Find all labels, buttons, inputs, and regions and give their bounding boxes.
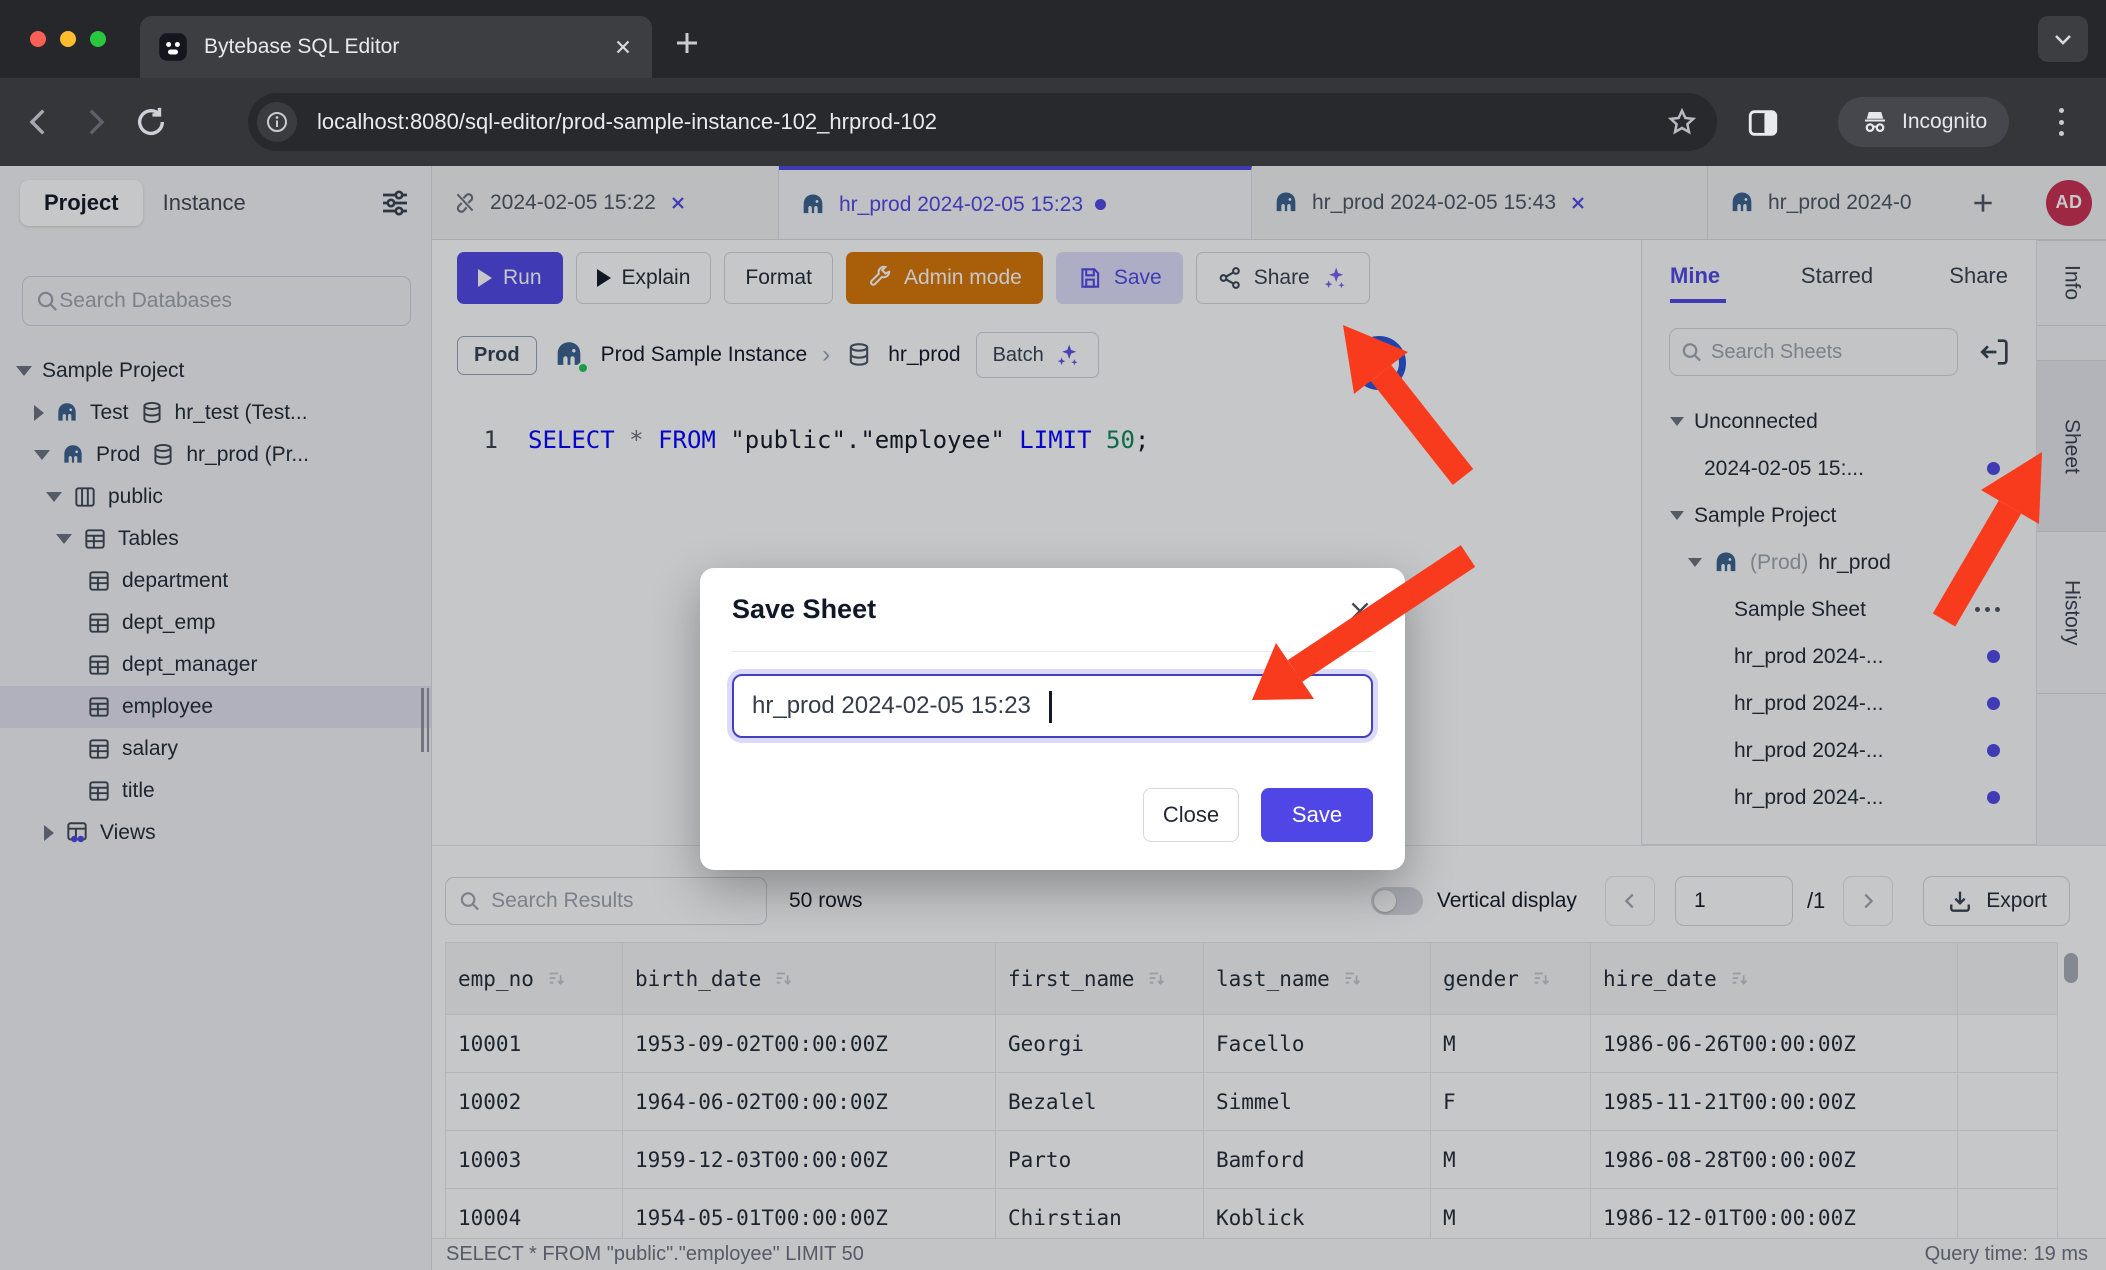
back-icon[interactable] — [22, 105, 56, 139]
site-info-icon[interactable] — [257, 102, 297, 142]
chevron-down-icon — [2051, 27, 2075, 51]
close-dialog-icon[interactable] — [1347, 598, 1373, 624]
bookmark-star-icon[interactable] — [1667, 107, 1697, 137]
incognito-badge: Incognito — [1838, 97, 2009, 147]
browser-tab-title: Bytebase SQL Editor — [204, 35, 612, 59]
address-bar[interactable]: localhost:8080/sql-editor/prod-sample-in… — [248, 93, 1717, 151]
close-window-icon[interactable] — [30, 31, 46, 47]
close-tab-icon[interactable] — [612, 36, 634, 58]
reload-icon[interactable] — [134, 105, 168, 139]
window-controls[interactable] — [30, 31, 106, 47]
forward-icon[interactable] — [78, 105, 112, 139]
incognito-label: Incognito — [1902, 110, 1987, 134]
tab-search-button[interactable] — [2038, 16, 2088, 62]
side-panel-icon[interactable] — [1746, 106, 1780, 140]
dialog-title: Save Sheet — [732, 594, 876, 625]
text-caret — [1049, 691, 1052, 723]
browser-tab[interactable]: Bytebase SQL Editor — [140, 16, 652, 78]
incognito-icon — [1860, 107, 1890, 137]
zoom-window-icon[interactable] — [90, 31, 106, 47]
sheet-name-field[interactable] — [732, 674, 1373, 738]
new-tab-icon[interactable] — [672, 28, 702, 58]
close-button[interactable]: Close — [1143, 788, 1239, 842]
minimize-window-icon[interactable] — [60, 31, 76, 47]
bytebase-favicon-icon — [158, 32, 188, 62]
save-confirm-button[interactable]: Save — [1261, 788, 1373, 842]
screen: Bytebase SQL Editor localhost:8080/sql-e… — [0, 0, 2106, 1270]
save-sheet-dialog: Save Sheet Close Save — [700, 568, 1405, 870]
sheet-name-input[interactable] — [734, 692, 1371, 720]
dialog-divider — [732, 651, 1373, 652]
url-text[interactable]: localhost:8080/sql-editor/prod-sample-in… — [317, 109, 1667, 135]
browser-menu-icon[interactable] — [2056, 104, 2066, 140]
browser-nav-bar: localhost:8080/sql-editor/prod-sample-in… — [0, 78, 2106, 166]
browser-title-bar: Bytebase SQL Editor — [0, 0, 2106, 78]
